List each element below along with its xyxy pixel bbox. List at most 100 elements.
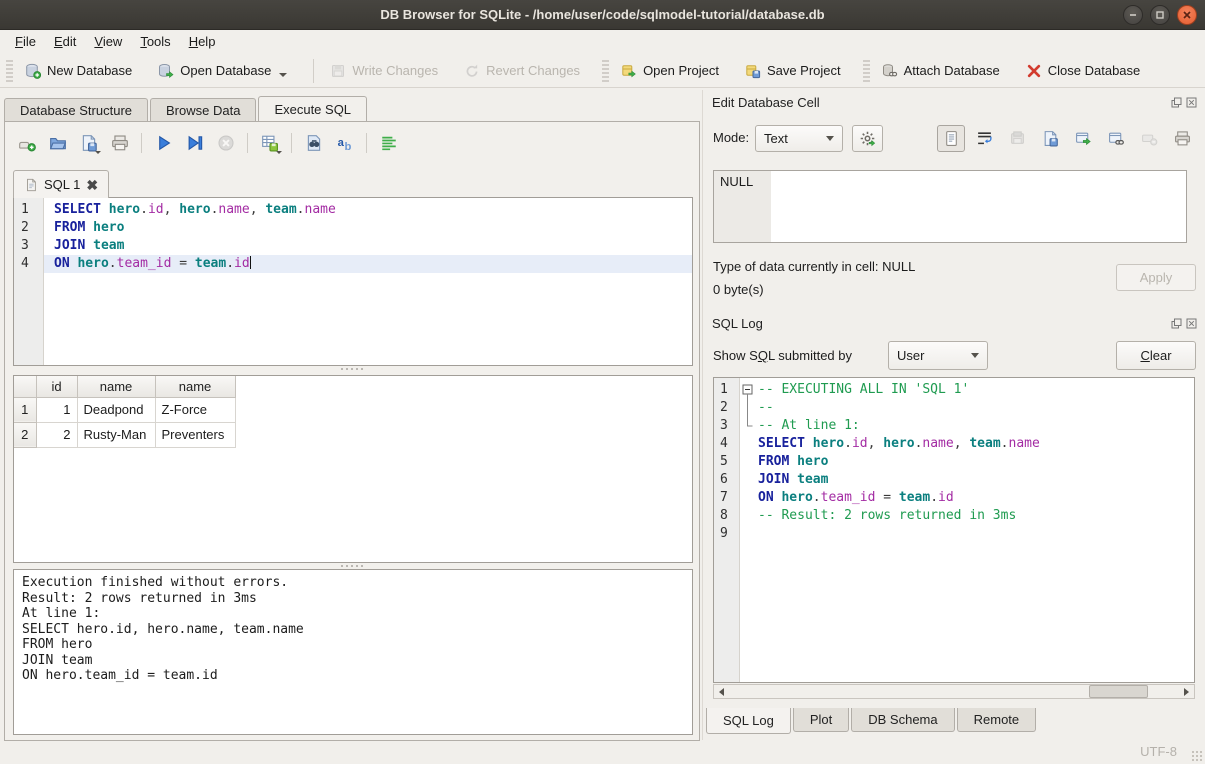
- execution-message[interactable]: Execution finished without errors. Resul…: [13, 569, 693, 735]
- clear-button[interactable]: Clear: [1116, 341, 1196, 370]
- scroll-right-icon[interactable]: [1179, 685, 1194, 698]
- scrollbar-track[interactable]: [729, 685, 1179, 698]
- new-tab-button[interactable]: [13, 130, 40, 156]
- sql-document-tab[interactable]: SQL 1 ✖: [13, 170, 109, 198]
- row-header[interactable]: 2: [14, 422, 36, 447]
- save-project-button[interactable]: Save Project: [737, 59, 849, 83]
- toolbar-handle[interactable]: [602, 60, 609, 82]
- code-line[interactable]: FROM hero: [44, 219, 692, 237]
- fold-marker-icon[interactable]: [740, 381, 756, 399]
- results-grid[interactable]: idnamename11DeadpondZ-Force22Rusty-ManPr…: [13, 375, 693, 563]
- save-cell-button[interactable]: [1036, 125, 1064, 152]
- mode-select[interactable]: Text: [755, 125, 843, 152]
- find-replace-button[interactable]: [300, 130, 327, 156]
- tab-sql-log[interactable]: SQL Log: [706, 708, 791, 734]
- scroll-left-icon[interactable]: [714, 685, 729, 698]
- word-wrap-button[interactable]: [970, 125, 998, 152]
- link-button[interactable]: [1102, 125, 1130, 152]
- close-icon[interactable]: [1177, 5, 1197, 25]
- tab-remote[interactable]: Remote: [957, 708, 1037, 732]
- menu-tools[interactable]: Tools: [131, 30, 179, 54]
- chevron-down-icon: [826, 136, 834, 141]
- resize-grip-icon[interactable]: [1191, 750, 1203, 762]
- text-mode-button[interactable]: [937, 125, 965, 152]
- dropdown-arrow-icon[interactable]: [279, 73, 287, 77]
- attach-database-button[interactable]: Attach Database: [874, 59, 1008, 83]
- set-null-button[interactable]: [1135, 125, 1163, 152]
- save-sql-file-button[interactable]: [75, 130, 102, 156]
- tab-browse-data[interactable]: Browse Data: [150, 98, 256, 121]
- toolbar-handle[interactable]: [863, 60, 870, 82]
- close-panel-icon[interactable]: [1185, 96, 1197, 108]
- row-header[interactable]: 1: [14, 397, 36, 422]
- cell[interactable]: 1: [36, 397, 77, 422]
- sql-editor[interactable]: 1SELECT hero.id, hero.name, team.name2FR…: [13, 197, 693, 366]
- column-header-id[interactable]: id: [36, 376, 77, 397]
- toolbar-handle[interactable]: [6, 60, 13, 82]
- menu-file[interactable]: File: [6, 30, 45, 54]
- execute-current-line-button[interactable]: [181, 130, 208, 156]
- import-file-button[interactable]: [1003, 125, 1031, 152]
- write-changes-button[interactable]: Write Changes: [322, 59, 446, 83]
- auto-apply-gear-icon[interactable]: [852, 125, 883, 152]
- open-project-button[interactable]: Open Project: [613, 59, 727, 83]
- tab-plot[interactable]: Plot: [793, 708, 849, 732]
- splitter-handle[interactable]: [337, 368, 367, 372]
- new-database-button[interactable]: New Database: [17, 59, 140, 83]
- sql-log-filter-select[interactable]: User: [888, 341, 988, 370]
- code-line[interactable]: ON hero.team_id = team.id: [44, 255, 692, 273]
- close-database-icon: [1026, 63, 1042, 79]
- stop-button[interactable]: [212, 130, 239, 156]
- main-toolbar: New Database Open Database Write Changes Re…: [0, 54, 1205, 88]
- column-header-name[interactable]: name: [77, 376, 155, 397]
- apply-button[interactable]: Apply: [1116, 264, 1196, 291]
- menu-view[interactable]: View: [85, 30, 131, 54]
- open-sql-file-button[interactable]: [44, 130, 71, 156]
- line-number: 3: [714, 417, 740, 435]
- close-panel-icon[interactable]: [1185, 317, 1197, 329]
- print-button[interactable]: [106, 130, 133, 156]
- close-database-button[interactable]: Close Database: [1018, 59, 1149, 83]
- editor-line-1: 1SELECT hero.id, hero.name, team.name: [14, 201, 692, 219]
- sql-log-view[interactable]: 1-- EXECUTING ALL IN 'SQL 1'2--3-- At li…: [713, 377, 1195, 683]
- execute-all-button[interactable]: [150, 130, 177, 156]
- open-sql-file-icon: [49, 134, 67, 152]
- cell[interactable]: Preventers: [155, 422, 235, 447]
- toggle-comment-button[interactable]: [375, 130, 402, 156]
- tab-database-structure[interactable]: Database Structure: [4, 98, 148, 121]
- cell[interactable]: 2: [36, 422, 77, 447]
- line-number: 2: [14, 219, 44, 237]
- float-panel-icon[interactable]: [1170, 96, 1182, 108]
- cell[interactable]: Deadpond: [77, 397, 155, 422]
- menu-edit[interactable]: Edit: [45, 30, 85, 54]
- print-cell-button[interactable]: [1168, 125, 1196, 152]
- cell-value-editor[interactable]: NULL: [713, 170, 1187, 243]
- save-project-icon: [745, 63, 761, 79]
- pane-splitter[interactable]: [702, 90, 703, 740]
- log-code: ON hero.team_id = team.id: [756, 489, 1194, 507]
- column-header-name[interactable]: name: [155, 376, 235, 397]
- fold-guide: [740, 525, 756, 543]
- log-horizontal-scrollbar[interactable]: [713, 684, 1195, 699]
- maximize-icon[interactable]: [1150, 5, 1170, 25]
- dropdown-arrow-icon[interactable]: [95, 151, 101, 154]
- cell-null-strip: NULL: [714, 171, 771, 242]
- cell[interactable]: Rusty-Man: [77, 422, 155, 447]
- code-line[interactable]: SELECT hero.id, hero.name, team.name: [44, 201, 692, 219]
- code-line[interactable]: JOIN team: [44, 237, 692, 255]
- cell[interactable]: Z-Force: [155, 397, 235, 422]
- revert-changes-button[interactable]: Revert Changes: [456, 59, 588, 83]
- scrollbar-thumb[interactable]: [1089, 685, 1148, 698]
- format-sql-button[interactable]: ab: [331, 130, 358, 156]
- float-panel-icon[interactable]: [1170, 317, 1182, 329]
- tab-execute-sql[interactable]: Execute SQL: [258, 96, 367, 121]
- close-tab-icon[interactable]: ✖: [86, 178, 98, 192]
- open-database-button[interactable]: Open Database: [150, 59, 295, 83]
- menu-help[interactable]: Help: [180, 30, 225, 54]
- grid-corner[interactable]: [14, 376, 36, 397]
- dropdown-arrow-icon[interactable]: [276, 151, 282, 154]
- minimize-icon[interactable]: [1123, 5, 1143, 25]
- tab-db-schema[interactable]: DB Schema: [851, 708, 954, 732]
- export-results-button[interactable]: [256, 130, 283, 156]
- open-external-button[interactable]: [1069, 125, 1097, 152]
